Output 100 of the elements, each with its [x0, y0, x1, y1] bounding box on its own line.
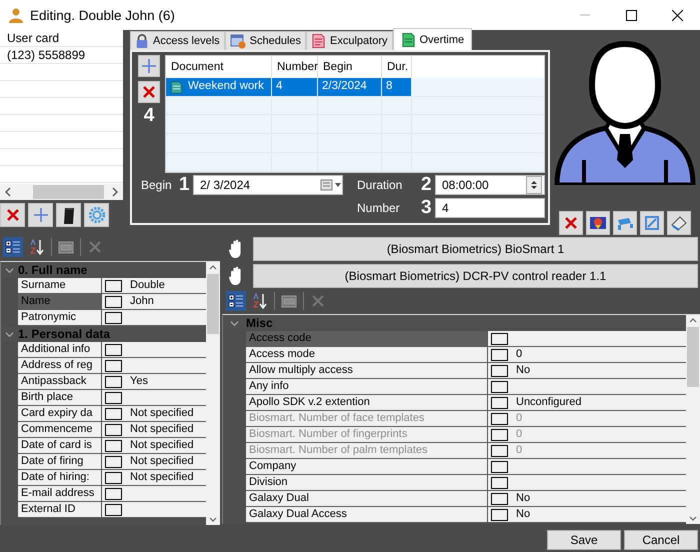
- crop-button[interactable]: [640, 211, 664, 235]
- property-pages-icon: [58, 239, 74, 255]
- sort-icon: [29, 239, 45, 255]
- property-value[interactable]: Not specified: [124, 470, 206, 486]
- blank-box-icon: [490, 428, 508, 440]
- blank-box-icon: [104, 456, 122, 468]
- calendar-icon: [230, 33, 246, 49]
- categorized-button[interactable]: [226, 291, 246, 311]
- property-label[interactable]: Surname: [18, 278, 102, 294]
- maximize-icon: [626, 10, 636, 20]
- property-value[interactable]: Unconfigured: [510, 395, 686, 411]
- tab[interactable]: Schedules: [224, 31, 306, 50]
- categorized-icon: [228, 293, 244, 309]
- delete-photo-button[interactable]: [559, 211, 583, 235]
- property-value[interactable]: No: [510, 491, 686, 507]
- photo-button[interactable]: [586, 211, 610, 235]
- delete-icon: [87, 239, 103, 255]
- property-label[interactable]: Birth place: [18, 390, 102, 406]
- property-label[interactable]: Card expiry da: [18, 406, 102, 422]
- calendar-dropdown-icon[interactable]: [320, 178, 342, 192]
- camera-icon: [616, 215, 634, 231]
- property-label[interactable]: Division: [246, 475, 488, 491]
- blank-box-icon: [490, 396, 508, 408]
- tab[interactable]: Overtime: [392, 28, 472, 50]
- chevron-icon[interactable]: [230, 318, 239, 328]
- property-label[interactable]: Commenceme: [18, 422, 102, 438]
- scan-button[interactable]: [667, 211, 691, 235]
- settings-icon: [88, 206, 106, 224]
- device-button[interactable]: (Biosmart Biometrics) BioSmart 1: [253, 237, 698, 261]
- property-label[interactable]: Additional info: [18, 342, 102, 358]
- table-row[interactable]: Weekend work 4 2/3/2024 8: [166, 78, 544, 97]
- scrollbar-thumb[interactable]: [33, 185, 104, 199]
- property-value[interactable]: John: [124, 294, 206, 310]
- blank-box-icon: [104, 360, 122, 372]
- property-label[interactable]: Galaxy Dual Access: [246, 507, 488, 523]
- delete-button[interactable]: [138, 81, 160, 103]
- property-label[interactable]: Apollo SDK v.2 extention: [246, 395, 488, 411]
- spinner-icon[interactable]: [526, 176, 542, 194]
- add-button[interactable]: [138, 55, 160, 77]
- blank-box-icon: [490, 492, 508, 504]
- property-value[interactable]: 0: [510, 347, 686, 363]
- property-label[interactable]: Address of reg: [18, 358, 102, 374]
- close-icon: [672, 10, 682, 20]
- tab[interactable]: Access levels: [130, 31, 225, 50]
- property-label[interactable]: External ID: [18, 502, 102, 518]
- property-label[interactable]: E-mail address: [18, 486, 102, 502]
- property-value[interactable]: Not specified: [124, 406, 206, 422]
- device-button[interactable]: (Biosmart Biometrics) DCR-PV control reader 1.1: [253, 264, 698, 288]
- property-label[interactable]: Allow multiply access: [246, 363, 488, 379]
- table-cell: 2/3/2024: [318, 78, 382, 96]
- blank-box-icon: [104, 280, 122, 292]
- property-pages-icon: [281, 293, 297, 309]
- property-value[interactable]: Not specified: [124, 422, 206, 438]
- step-number: 1: [179, 176, 191, 194]
- vertical-scrollbar[interactable]: [206, 262, 220, 525]
- property-label[interactable]: Galaxy Dual: [246, 491, 488, 507]
- blank-box-icon: [490, 364, 508, 376]
- row-count: 4: [144, 107, 154, 125]
- scrollbar-thumb[interactable]: [207, 274, 219, 334]
- property-label[interactable]: Antipassback: [18, 374, 102, 390]
- list-item[interactable]: (123) 5558899: [0, 47, 123, 64]
- document-icon: [400, 32, 416, 48]
- property-value[interactable]: No: [510, 507, 686, 523]
- property-value[interactable]: Not specified: [124, 454, 206, 470]
- property-label[interactable]: Date of firing: [18, 454, 102, 470]
- blank-box-icon: [104, 408, 122, 420]
- step-number: 2: [421, 176, 433, 194]
- property-label[interactable]: Date of hiring:: [18, 470, 102, 486]
- property-value[interactable]: Not specified: [124, 438, 206, 454]
- document-icon: [311, 33, 326, 49]
- property-label[interactable]: Patronymic: [18, 310, 102, 326]
- blank-box-icon: [104, 312, 122, 324]
- blank-box-icon: [104, 488, 122, 500]
- chevron-icon[interactable]: [5, 330, 14, 338]
- card-button[interactable]: [56, 203, 81, 227]
- property-label[interactable]: Any info: [246, 379, 488, 395]
- time-field[interactable]: 08:00:00: [435, 174, 545, 194]
- dialog-button[interactable]: Save: [547, 530, 621, 550]
- dialog-button[interactable]: Cancel: [624, 530, 698, 550]
- scrollbar-thumb[interactable]: [687, 327, 699, 387]
- tab[interactable]: Exculpatory: [306, 31, 392, 50]
- delete-button[interactable]: [0, 203, 25, 227]
- property-label[interactable]: Access mode: [246, 347, 488, 363]
- blank-box-icon: [104, 440, 122, 452]
- horizontal-scrollbar[interactable]: [0, 184, 123, 200]
- delete-icon: [563, 215, 579, 231]
- user-icon: [8, 7, 24, 23]
- vertical-scrollbar[interactable]: [686, 315, 700, 524]
- property-value[interactable]: Yes: [124, 374, 206, 390]
- chevron-icon[interactable]: [5, 266, 14, 274]
- category-header: Misc: [246, 316, 274, 330]
- date-field[interactable]: 2/ 3/2024: [193, 174, 343, 194]
- property-value[interactable]: Double: [124, 278, 206, 294]
- add-icon: [32, 207, 48, 223]
- number-field[interactable]: 4: [435, 198, 545, 218]
- property-value[interactable]: No: [510, 363, 686, 379]
- list-item[interactable]: User card: [0, 30, 123, 47]
- property-label[interactable]: Company: [246, 459, 488, 475]
- property-label[interactable]: Date of card is: [18, 438, 102, 454]
- categorized-button[interactable]: [3, 237, 23, 257]
